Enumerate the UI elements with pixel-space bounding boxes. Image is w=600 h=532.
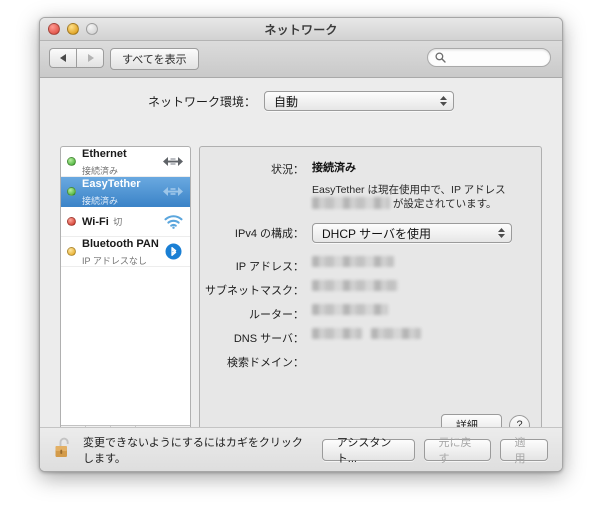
window-title: ネットワーク — [264, 23, 338, 37]
redacted-value — [312, 280, 398, 292]
service-item-wifi[interactable]: Wi-Fi 切 — [61, 207, 190, 237]
service-item-bluetooth-pan[interactable]: Bluetooth PAN IP アドレスなし — [61, 237, 190, 267]
status-dot-icon — [67, 157, 76, 166]
ipv4-config-popup[interactable]: DHCP サーバを使用 — [312, 223, 512, 244]
service-details-pane: 状況： 接続済み EasyTether は現在使用中で、IP アドレス が設定さ… — [199, 146, 542, 446]
service-name: Bluetooth PAN — [82, 237, 159, 250]
back-button[interactable] — [49, 48, 76, 68]
window-body: ネットワーク環境： 自動 Ethernet 接続済み EasyTether 接続… — [40, 78, 562, 471]
status-dot-icon — [67, 217, 76, 226]
service-state: IP アドレスなし — [82, 255, 147, 266]
dns-server-row: DNS サーバ： — [200, 328, 527, 346]
ipv4-config-value: DHCP サーバを使用 — [322, 226, 431, 241]
ipv4-config-label: IPv4 の構成： — [234, 228, 304, 241]
network-services-sidebar: Ethernet 接続済み EasyTether 接続済み Wi-Fi 切 Bl… — [60, 146, 191, 446]
chevron-updown-icon — [440, 96, 447, 106]
assistant-button[interactable]: アシスタント... — [321, 437, 415, 465]
window-toolbar: すべてを表示 — [40, 41, 562, 78]
revert-button: 元に戻す — [423, 437, 491, 465]
service-state: 接続済み — [82, 195, 119, 206]
bluetooth-icon — [162, 243, 184, 260]
network-services-list: Ethernet 接続済み EasyTether 接続済み Wi-Fi 切 Bl… — [61, 147, 190, 425]
redacted-ip-address — [312, 197, 390, 210]
service-name: Wi-Fi — [82, 216, 109, 229]
ip-address-value — [312, 256, 394, 268]
service-state: 切 — [113, 217, 123, 228]
wifi-icon — [162, 214, 184, 229]
router-label: ルーター： — [249, 309, 304, 322]
network-location-label: ネットワーク環境： — [147, 94, 256, 109]
subnet-mask-value — [312, 280, 398, 292]
subnet-mask-label: サブネットマスク： — [205, 285, 304, 298]
subnet-mask-row: サブネットマスク： — [200, 280, 527, 298]
search-field[interactable] — [427, 48, 551, 67]
search-input[interactable] — [450, 50, 543, 65]
network-location-popup[interactable]: 自動 — [264, 91, 454, 111]
service-name: Ethernet — [82, 147, 127, 160]
status-dot-icon — [67, 187, 76, 196]
triangle-right-icon — [87, 54, 94, 62]
forward-button — [76, 48, 104, 68]
lock-note: 変更できないようにするにはカギをクリックします。 — [83, 436, 303, 465]
apply-button: 適用 — [499, 437, 548, 465]
triangle-left-icon — [59, 54, 66, 62]
ip-address-row: IP アドレス： — [200, 256, 527, 274]
chevron-updown-icon — [498, 228, 505, 239]
ethernet-arrows-icon — [162, 156, 184, 167]
redacted-value — [312, 304, 388, 316]
status-label: 状況： — [271, 164, 304, 176]
network-location-row: ネットワーク環境： 自動 — [40, 78, 562, 111]
unlocked-padlock-icon[interactable] — [54, 436, 74, 464]
service-name: EasyTether — [82, 177, 141, 190]
dns-server-value — [312, 328, 421, 340]
redacted-value — [312, 328, 362, 340]
redacted-value — [371, 328, 421, 340]
network-location-value: 自動 — [274, 94, 299, 109]
window-footer: 変更できないようにするにはカギをクリックします。 アシスタント... 元に戻す … — [40, 427, 562, 471]
network-preferences-window: ネットワーク すべてを表示 ネットワーク環境： 自動 Ethernet 接続済み… — [39, 17, 563, 472]
ethernet-arrows-icon — [162, 186, 184, 197]
ipv4-config-row: IPv4 の構成： DHCP サーバを使用 — [200, 223, 527, 244]
status-description: EasyTether は現在使用中で、IP アドレス が設定されています。 — [312, 183, 527, 211]
ip-address-label: IP アドレス： — [235, 261, 304, 274]
status-description-after: が設定されています。 — [392, 198, 497, 211]
status-row: 状況： 接続済み — [200, 159, 527, 177]
router-value — [312, 304, 388, 316]
search-domains-row: 検索ドメイン： — [200, 352, 527, 370]
status-value: 接続済み — [312, 162, 356, 174]
status-dot-icon — [67, 247, 76, 256]
search-icon — [435, 52, 446, 63]
dns-server-label: DNS サーバ： — [233, 333, 304, 346]
search-domains-label: 検索ドメイン： — [227, 357, 304, 370]
show-all-button[interactable]: すべてを表示 — [110, 48, 199, 70]
redacted-value — [312, 256, 394, 268]
preferences-panes: Ethernet 接続済み EasyTether 接続済み Wi-Fi 切 Bl… — [60, 146, 542, 446]
status-description-before: EasyTether は現在使用中で、IP アドレス — [312, 184, 506, 196]
window-titlebar: ネットワーク — [40, 18, 562, 41]
service-item-ethernet[interactable]: Ethernet 接続済み — [61, 147, 190, 177]
service-item-easytether[interactable]: EasyTether 接続済み — [61, 177, 190, 207]
router-row: ルーター： — [200, 304, 527, 322]
navigation-segment — [49, 48, 104, 68]
